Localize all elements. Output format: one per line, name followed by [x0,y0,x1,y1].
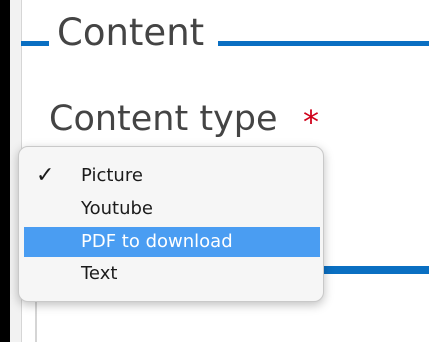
option-label: Youtube [81,198,153,219]
option-label: PDF to download [81,231,233,252]
option-youtube[interactable]: Youtube [24,194,320,224]
option-pdf-to-download[interactable]: PDF to download [24,227,320,257]
inner-border-line [35,298,37,342]
option-label: Picture [81,165,143,186]
required-marker: * [303,103,319,141]
option-label: Text [81,263,118,284]
fieldset-border-left [21,41,49,46]
option-picture[interactable]: ✓ Picture [24,161,320,191]
content-type-dropdown[interactable]: ✓ Picture Youtube PDF to download Text [18,146,324,302]
checkmark-icon: ✓ [36,163,55,188]
option-text[interactable]: Text [24,259,320,289]
content-type-label: Content type [49,99,278,139]
fieldset-legend: Content [57,11,205,54]
select-underline [324,266,429,274]
fieldset-border-right [218,41,429,46]
